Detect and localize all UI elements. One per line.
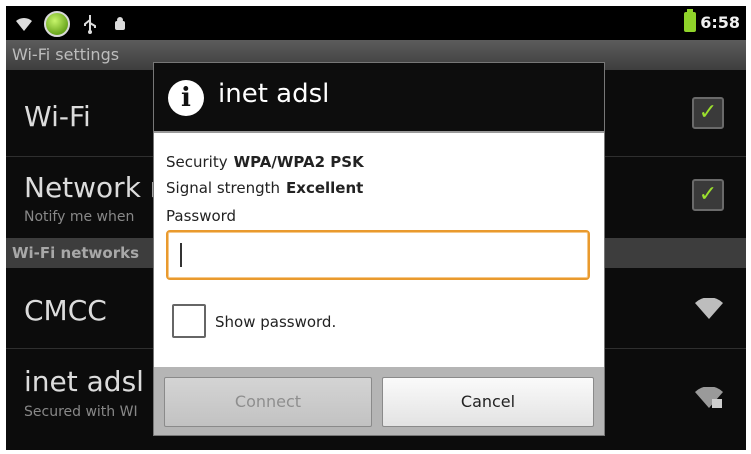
usb-icon (80, 13, 100, 35)
cancel-button[interactable]: Cancel (382, 377, 594, 427)
password-input[interactable] (166, 230, 590, 280)
status-bar: 6:58 (6, 6, 746, 40)
network-notification-summary: Notify me when (24, 209, 135, 225)
wifi-connect-dialog: i inet adsl Security WPA/WPA2 PSK Signal … (153, 62, 605, 436)
dialog-button-bar: Connect Cancel (154, 367, 604, 435)
network-name: inet adsl (24, 365, 144, 398)
security-line: Security WPA/WPA2 PSK (166, 153, 364, 171)
wifi-toggle-label: Wi-Fi (24, 100, 91, 133)
security-value: WPA/WPA2 PSK (233, 153, 364, 171)
wifi-secured-signal-icon (695, 387, 723, 408)
wifi-signal-icon (695, 298, 723, 319)
security-label: Security (166, 153, 228, 171)
battery-icon (684, 9, 696, 32)
show-password-label[interactable]: Show password. (215, 313, 336, 331)
text-caret (180, 243, 182, 267)
network-notification-checkbox[interactable]: ✓ (692, 179, 724, 211)
network-name: CMCC (24, 294, 107, 327)
signal-strength-line: Signal strength Excellent (166, 179, 363, 197)
android-icon (44, 11, 70, 37)
dialog-header: i inet adsl (154, 63, 604, 131)
network-notification-label: Network n (24, 171, 168, 204)
debug-icon (110, 13, 130, 35)
dialog-body: Security WPA/WPA2 PSK Signal strength Exce… (154, 131, 604, 367)
network-security-summary: Secured with WI (24, 404, 138, 420)
connect-button[interactable]: Connect (164, 377, 372, 427)
dialog-title: inet adsl (218, 79, 330, 109)
wifi-checkbox[interactable]: ✓ (692, 97, 724, 129)
wifi-icon (14, 13, 34, 35)
status-clock: 6:58 (700, 13, 740, 32)
android-screen: 6:58 Wi-Fi settings Wi-Fi ✓ Network n No… (6, 6, 746, 450)
show-password-checkbox[interactable] (172, 304, 206, 338)
signal-strength-value: Excellent (286, 179, 364, 197)
notification-icons (14, 11, 130, 37)
password-label: Password (166, 207, 237, 225)
signal-strength-label: Signal strength (166, 179, 281, 197)
info-icon: i (168, 80, 204, 116)
